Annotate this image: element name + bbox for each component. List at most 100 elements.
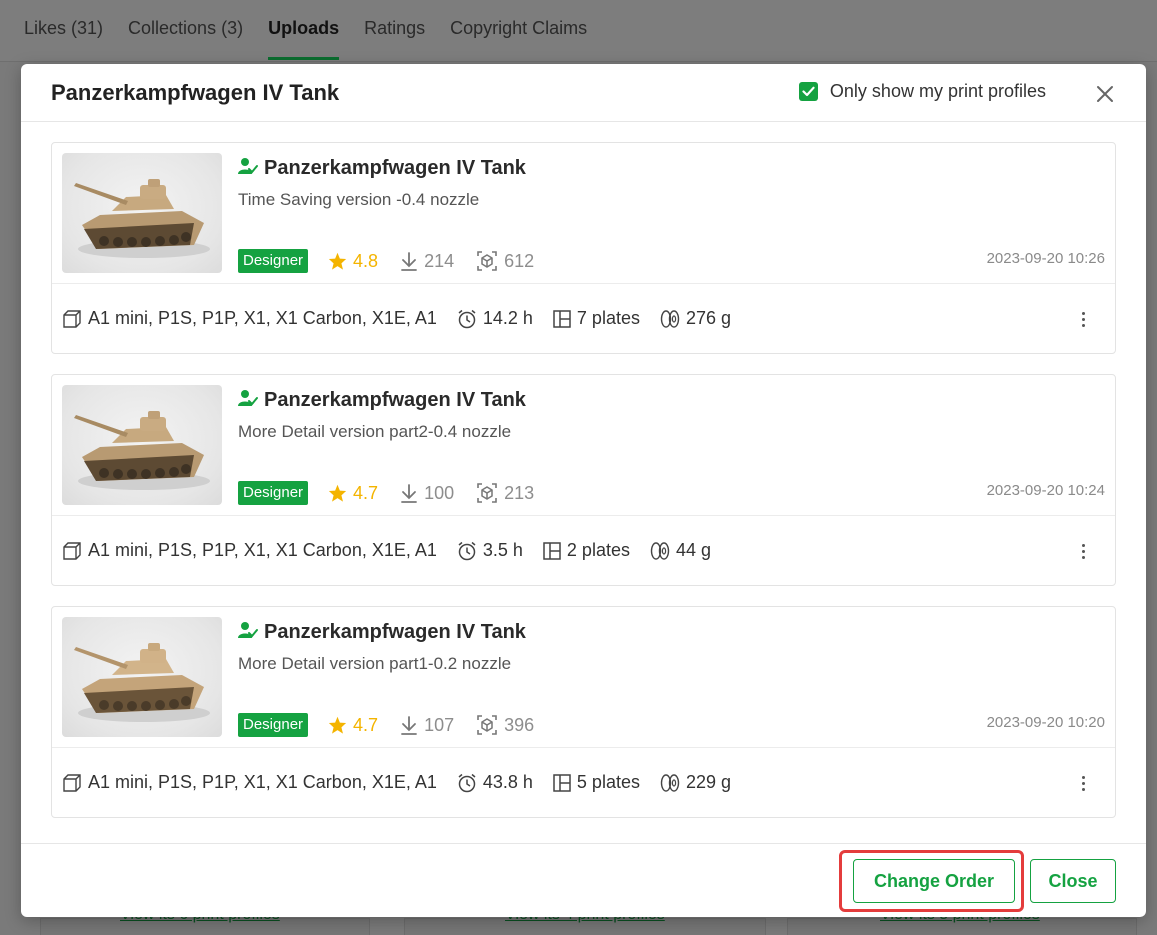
clock-icon xyxy=(458,309,476,328)
downloads-stat: 214 xyxy=(400,251,454,272)
plates-meta: 7 plates xyxy=(553,308,640,329)
filter-label: Only show my print profiles xyxy=(829,81,1046,101)
only-my-profiles-filter[interactable]: Only show my print profiles xyxy=(798,81,1046,102)
print-cube-icon xyxy=(477,715,497,735)
printers-value: A1 mini, P1S, P1P, X1, X1 Carbon, X1E, A… xyxy=(88,772,437,792)
rating-value: 4.8 xyxy=(353,250,379,271)
tab-ratings[interactable]: Ratings xyxy=(364,18,425,60)
plates-icon xyxy=(553,309,571,328)
profile-card[interactable]: Panzerkampfwagen IV Tank Time Saving ver… xyxy=(51,142,1116,354)
profile-timestamp: 2023-09-20 10:20 xyxy=(986,714,1105,731)
tab-copyright-claims[interactable]: Copyright Claims xyxy=(450,18,587,60)
downloads-value: 214 xyxy=(424,250,455,271)
plates-icon xyxy=(543,541,561,560)
modal-title: Panzerkampfwagen IV Tank xyxy=(51,79,340,105)
prints-stat: 612 xyxy=(476,250,534,272)
tab-collections[interactable]: Collections (3) xyxy=(128,18,243,60)
time-meta: 43.8 h xyxy=(457,772,533,793)
prints-stat: 396 xyxy=(476,714,534,736)
plates-icon xyxy=(553,773,571,792)
printer-box-icon xyxy=(63,309,81,328)
plates-value: 7 plates xyxy=(576,308,640,328)
weight-value: 276 g xyxy=(685,308,732,328)
downloads-value: 107 xyxy=(424,714,455,735)
filament-icon xyxy=(660,309,680,328)
profile-card[interactable]: Panzerkampfwagen IV Tank More Detail ver… xyxy=(51,374,1116,586)
star-icon xyxy=(328,716,347,734)
designer-badge: Designer xyxy=(238,249,309,273)
print-cube-icon xyxy=(477,483,497,503)
model-thumbnail[interactable] xyxy=(62,617,222,737)
prints-value: 612 xyxy=(504,250,535,271)
designer-badge: Designer xyxy=(238,481,309,505)
tab-likes[interactable]: Likes (31) xyxy=(24,18,103,60)
plates-value: 2 plates xyxy=(566,540,630,560)
rating-stat: 4.7 xyxy=(328,715,378,736)
profile-name[interactable]: Panzerkampfwagen IV Tank xyxy=(264,157,526,180)
prints-value: 213 xyxy=(504,482,535,503)
rating-value: 4.7 xyxy=(353,714,379,735)
profile-list: Panzerkampfwagen IV Tank Time Saving ver… xyxy=(51,142,1116,838)
plates-meta: 5 plates xyxy=(553,772,640,793)
time-value: 14.2 h xyxy=(482,308,533,328)
profile-tabs: Likes (31) Collections (3) Uploads Ratin… xyxy=(0,0,1157,62)
more-vertical-icon[interactable] xyxy=(1071,539,1095,563)
downloads-value: 100 xyxy=(424,482,455,503)
close-button[interactable]: Close xyxy=(1030,859,1116,903)
download-icon xyxy=(401,252,417,271)
profile-subtitle: More Detail version part2-0.4 nozzle xyxy=(238,422,512,441)
prints-stat: 213 xyxy=(476,482,534,504)
printer-box-icon xyxy=(63,541,81,560)
time-value: 3.5 h xyxy=(482,540,523,560)
filament-icon xyxy=(650,541,670,560)
time-meta: 14.2 h xyxy=(457,308,533,329)
print-profiles-modal: Panzerkampfwagen IV Tank Only show my pr… xyxy=(21,64,1146,917)
time-meta: 3.5 h xyxy=(457,540,523,561)
checkbox-checked-icon[interactable] xyxy=(798,82,818,101)
verified-user-icon xyxy=(238,621,258,644)
rating-stat: 4.7 xyxy=(328,483,378,504)
printers-value: A1 mini, P1S, P1P, X1, X1 Carbon, X1E, A… xyxy=(88,308,437,328)
time-value: 43.8 h xyxy=(482,772,533,792)
weight-meta: 229 g xyxy=(660,772,731,793)
profile-timestamp: 2023-09-20 10:24 xyxy=(986,482,1105,499)
clock-icon xyxy=(458,773,476,792)
modal-header: Panzerkampfwagen IV Tank Only show my pr… xyxy=(21,64,1146,122)
weight-meta: 44 g xyxy=(650,540,711,561)
close-icon[interactable] xyxy=(1094,83,1116,105)
profile-timestamp: 2023-09-20 10:26 xyxy=(986,250,1105,267)
printers-meta: A1 mini, P1S, P1P, X1, X1 Carbon, X1E, A… xyxy=(62,308,437,329)
profile-card[interactable]: Panzerkampfwagen IV Tank More Detail ver… xyxy=(51,606,1116,818)
printers-value: A1 mini, P1S, P1P, X1, X1 Carbon, X1E, A… xyxy=(88,540,437,560)
rating-stat: 4.8 xyxy=(328,251,378,272)
weight-value: 229 g xyxy=(685,772,732,792)
star-icon xyxy=(328,252,347,270)
plates-value: 5 plates xyxy=(576,772,640,792)
rating-value: 4.7 xyxy=(353,482,379,503)
change-order-button[interactable]: Change Order xyxy=(853,859,1015,903)
prints-value: 396 xyxy=(504,714,535,735)
profile-name[interactable]: Panzerkampfwagen IV Tank xyxy=(264,389,526,412)
printers-meta: A1 mini, P1S, P1P, X1, X1 Carbon, X1E, A… xyxy=(62,540,437,561)
model-thumbnail[interactable] xyxy=(62,385,222,505)
print-cube-icon xyxy=(477,251,497,271)
printers-meta: A1 mini, P1S, P1P, X1, X1 Carbon, X1E, A… xyxy=(62,772,437,793)
clock-icon xyxy=(458,541,476,560)
profile-name[interactable]: Panzerkampfwagen IV Tank xyxy=(264,621,526,644)
plates-meta: 2 plates xyxy=(543,540,630,561)
star-icon xyxy=(328,484,347,502)
profile-subtitle: More Detail version part1-0.2 nozzle xyxy=(238,654,512,673)
model-thumbnail[interactable] xyxy=(62,153,222,273)
more-vertical-icon[interactable] xyxy=(1071,307,1095,331)
weight-value: 44 g xyxy=(675,540,712,560)
filament-icon xyxy=(660,773,680,792)
more-vertical-icon[interactable] xyxy=(1071,771,1095,795)
verified-user-icon xyxy=(238,389,258,412)
tab-uploads[interactable]: Uploads xyxy=(268,18,340,60)
designer-badge: Designer xyxy=(238,713,309,737)
downloads-stat: 107 xyxy=(400,715,454,736)
downloads-stat: 100 xyxy=(400,483,454,504)
download-icon xyxy=(401,484,417,503)
modal-footer: Change Order Close xyxy=(21,843,1146,917)
weight-meta: 276 g xyxy=(660,308,731,329)
